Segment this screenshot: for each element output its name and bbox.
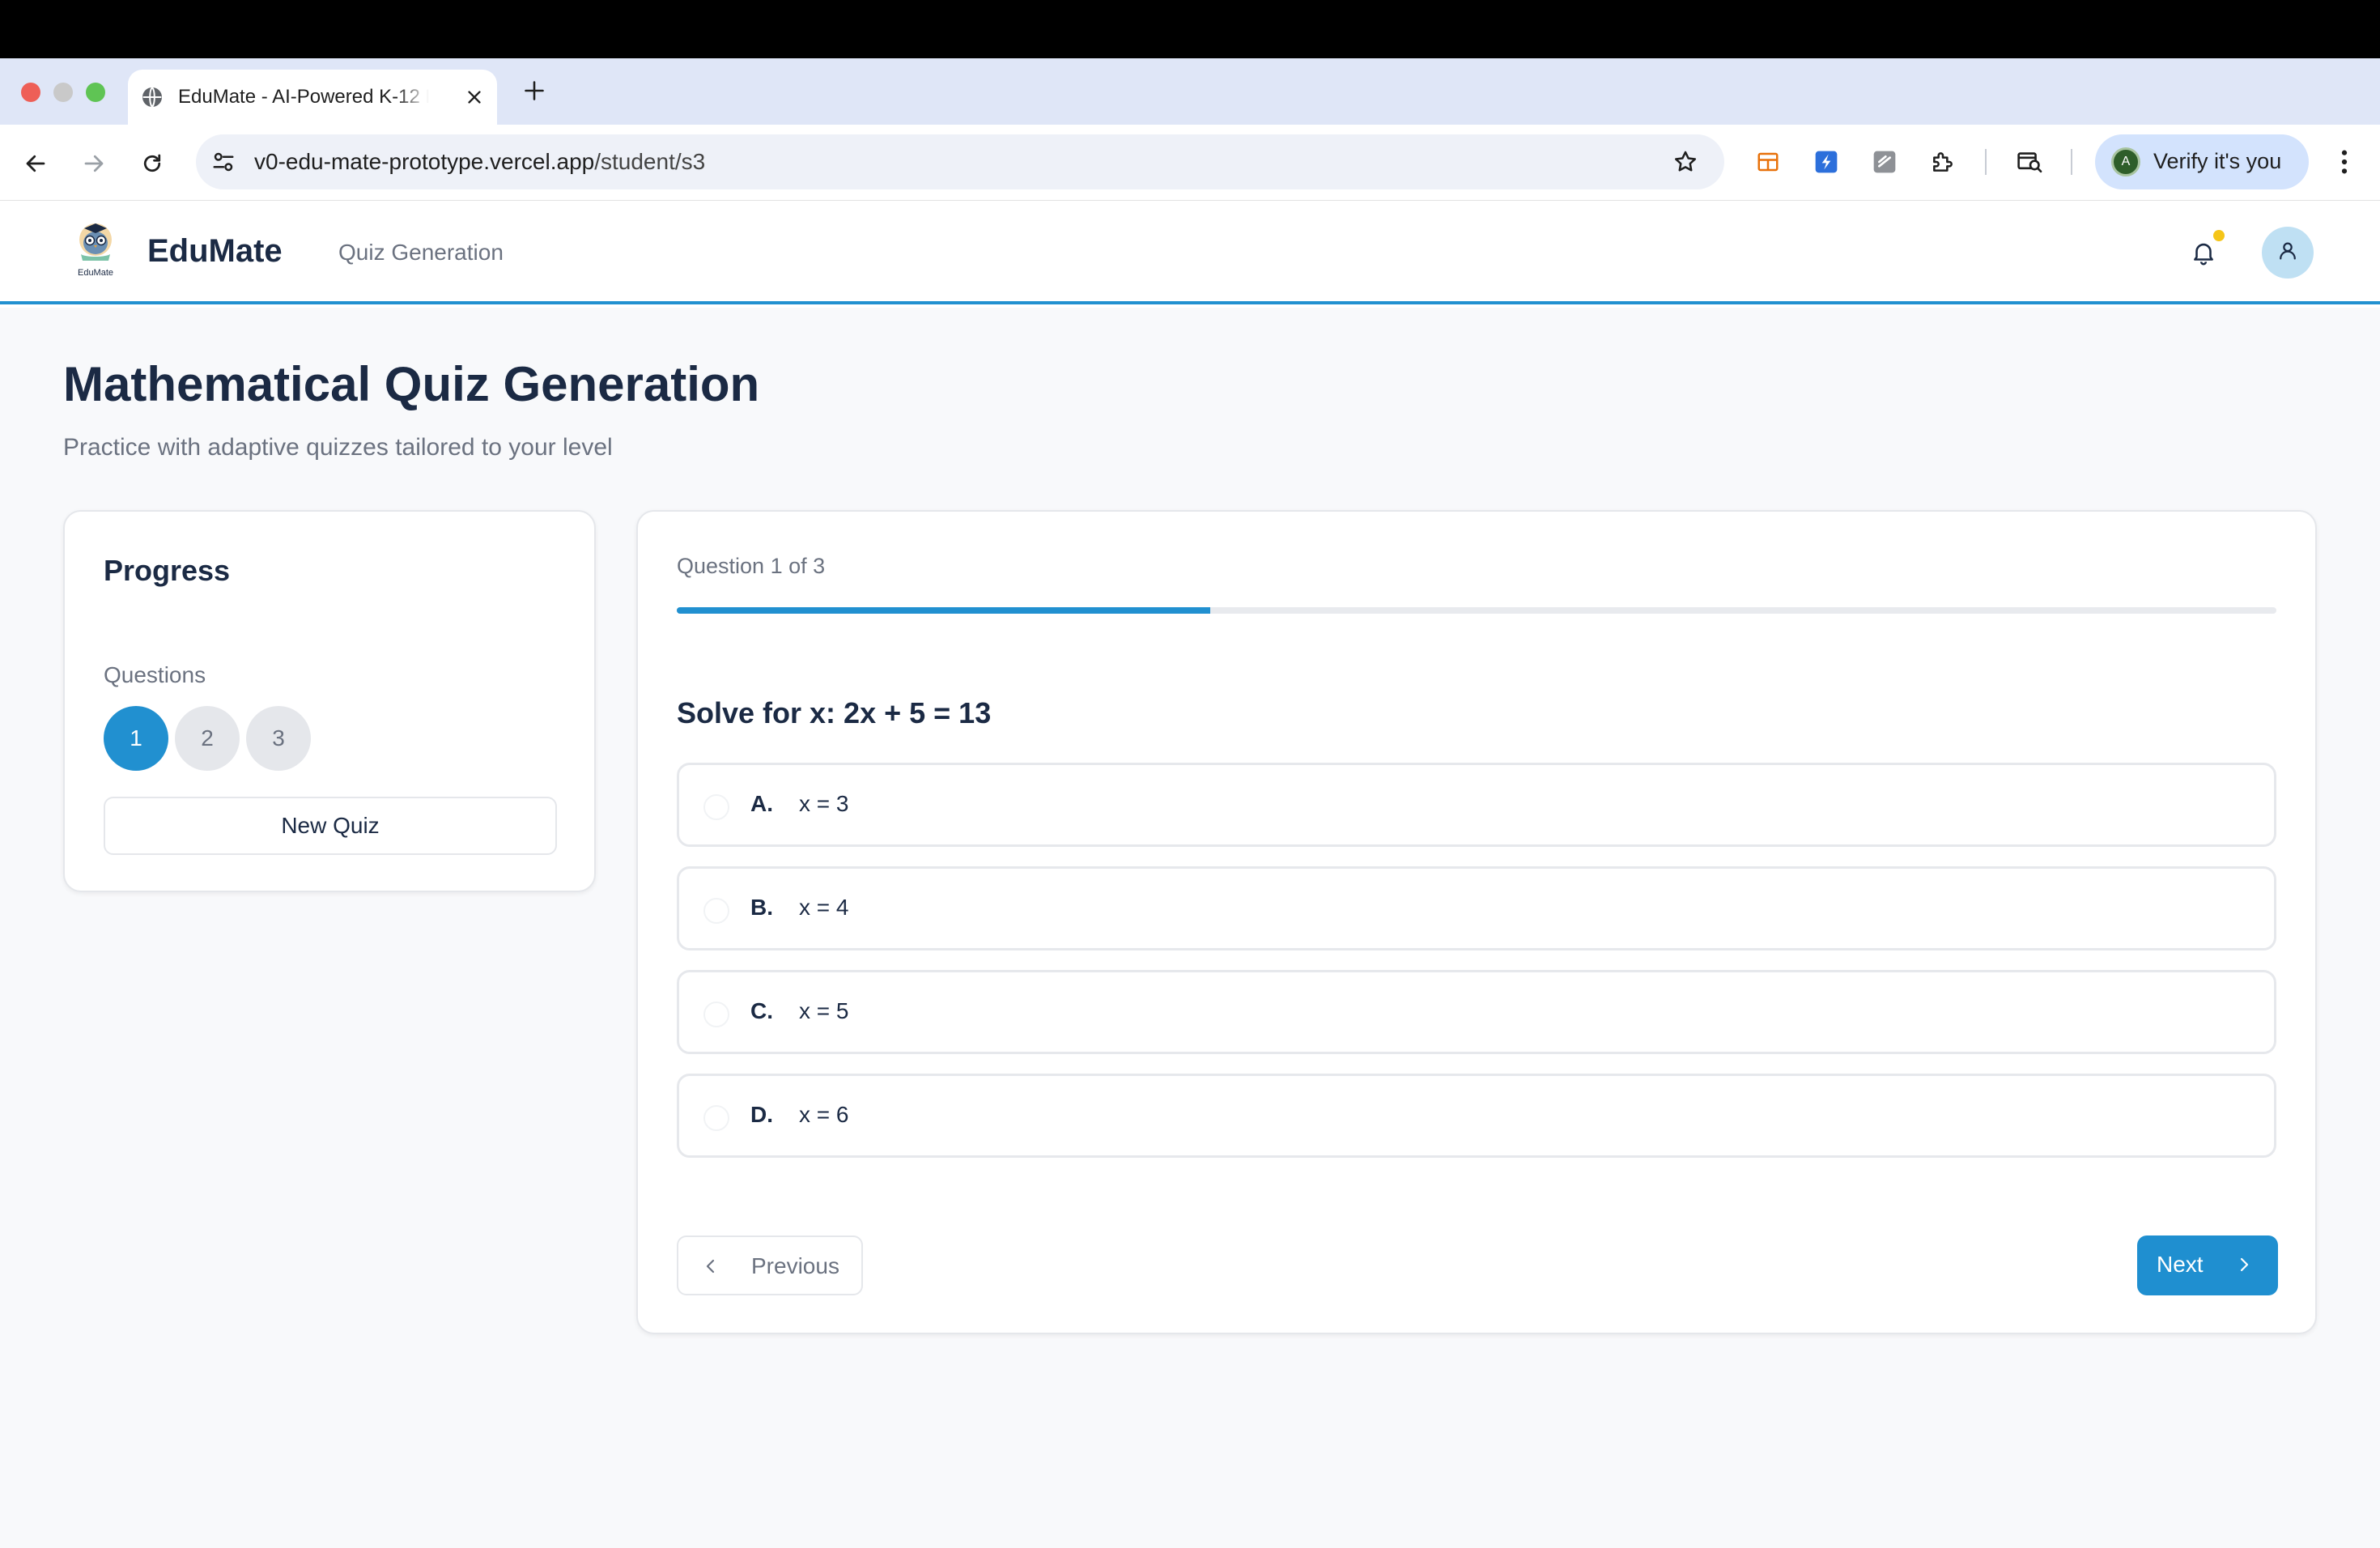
tune-icon[interactable] bbox=[209, 147, 238, 176]
toolbar-divider bbox=[1985, 149, 1987, 175]
os-menu-bar bbox=[0, 0, 2380, 58]
browser-tab-active[interactable]: EduMate - AI-Powered K-12 Le bbox=[128, 70, 497, 125]
option-letter: D. bbox=[750, 1102, 773, 1127]
puzzle-icon[interactable] bbox=[1927, 146, 1959, 178]
window-minimize-button[interactable] bbox=[53, 83, 73, 102]
kebab-menu-icon[interactable] bbox=[2328, 146, 2361, 178]
address-bar[interactable]: v0-edu-mate-prototype.vercel.app/student… bbox=[196, 134, 1724, 189]
radio-button[interactable] bbox=[703, 794, 729, 820]
question-progress-fill bbox=[677, 607, 1210, 614]
edumate-logo[interactable]: EduMate bbox=[65, 219, 126, 280]
tab-search-icon[interactable] bbox=[2014, 146, 2046, 178]
profile-avatar: A bbox=[2111, 147, 2140, 176]
option-text: x = 4 bbox=[799, 895, 849, 920]
question-card: Question 1 of 3 Solve for x: 2x + 5 = 13… bbox=[636, 510, 2317, 1334]
url-path: /student/s3 bbox=[594, 149, 706, 174]
window-close-button[interactable] bbox=[21, 83, 40, 102]
notification-dot bbox=[2213, 230, 2225, 241]
globe-icon bbox=[139, 84, 165, 110]
extension-slash-icon[interactable] bbox=[1868, 146, 1901, 178]
question-counter: Question 1 of 3 bbox=[677, 554, 826, 578]
window-zoom-button[interactable] bbox=[86, 83, 105, 102]
tab-title: EduMate - AI-Powered K-12 Le bbox=[178, 86, 429, 110]
next-label: Next bbox=[2157, 1252, 2204, 1277]
answer-option-b[interactable]: B. x = 4 bbox=[677, 866, 2276, 950]
chevron-left-icon bbox=[696, 1252, 725, 1281]
previous-button[interactable]: Previous bbox=[677, 1235, 863, 1295]
back-icon[interactable] bbox=[18, 146, 53, 181]
option-text: x = 3 bbox=[799, 791, 849, 816]
option-text: x = 6 bbox=[799, 1102, 849, 1127]
radio-button[interactable] bbox=[703, 1105, 729, 1131]
nav-link-quiz-generation[interactable]: Quiz Generation bbox=[338, 240, 504, 266]
extension-bolt-icon[interactable] bbox=[1810, 146, 1842, 178]
close-icon[interactable] bbox=[461, 84, 487, 110]
verify-profile-button[interactable]: A Verify it's you bbox=[2095, 134, 2309, 189]
user-icon bbox=[2276, 240, 2299, 266]
brand-name[interactable]: EduMate bbox=[147, 233, 283, 270]
question-text: Solve for x: 2x + 5 = 13 bbox=[677, 696, 992, 729]
new-quiz-button[interactable]: New Quiz bbox=[104, 797, 557, 855]
previous-label: Previous bbox=[751, 1253, 839, 1278]
forward-icon[interactable] bbox=[76, 146, 112, 181]
question-dot-3[interactable]: 3 bbox=[246, 706, 311, 771]
toolbar-divider bbox=[2071, 149, 2072, 175]
option-letter: B. bbox=[750, 895, 773, 920]
option-text: x = 5 bbox=[799, 998, 849, 1023]
logo-text: EduMate bbox=[78, 268, 113, 278]
radio-button[interactable] bbox=[703, 898, 729, 924]
progress-card: Progress Questions 1 2 3 New Quiz bbox=[63, 510, 596, 892]
option-letter: C. bbox=[750, 998, 773, 1023]
question-dot-1[interactable]: 1 bbox=[104, 706, 168, 771]
verify-label: Verify it's you bbox=[2153, 149, 2282, 173]
url-host: v0-edu-mate-prototype.vercel.app bbox=[254, 149, 595, 174]
page-title: Mathematical Quiz Generation bbox=[63, 357, 760, 411]
radio-button[interactable] bbox=[703, 1002, 729, 1027]
reload-icon[interactable] bbox=[134, 146, 170, 181]
user-avatar-button[interactable] bbox=[2262, 227, 2314, 279]
extension-layout-icon[interactable] bbox=[1752, 146, 1784, 178]
progress-heading: Progress bbox=[104, 554, 231, 587]
answer-option-a[interactable]: A. x = 3 bbox=[677, 763, 2276, 847]
page-subtitle: Practice with adaptive quizzes tailored … bbox=[63, 434, 613, 461]
question-dot-2[interactable]: 2 bbox=[175, 706, 240, 771]
plus-icon[interactable] bbox=[518, 74, 550, 107]
questions-label: Questions bbox=[104, 662, 206, 687]
answer-option-d[interactable]: D. x = 6 bbox=[677, 1074, 2276, 1158]
star-icon[interactable] bbox=[1669, 146, 1702, 178]
chevron-right-icon bbox=[2229, 1250, 2259, 1279]
option-letter: A. bbox=[750, 791, 773, 816]
url-text: v0-edu-mate-prototype.vercel.app/student… bbox=[254, 149, 705, 175]
answer-option-c[interactable]: C. x = 5 bbox=[677, 970, 2276, 1054]
next-button[interactable]: Next bbox=[2137, 1235, 2278, 1295]
question-progress-bar bbox=[677, 607, 2276, 614]
